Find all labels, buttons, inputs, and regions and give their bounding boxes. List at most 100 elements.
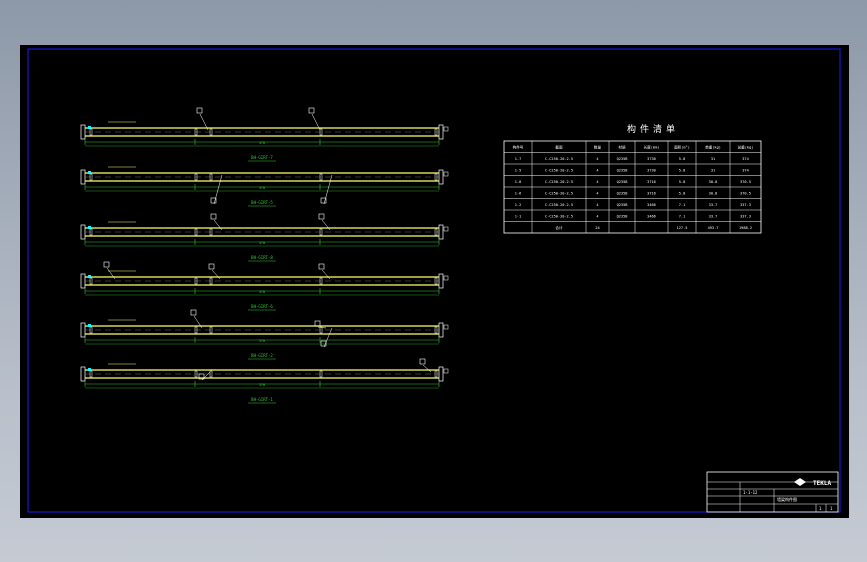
title-block: TEKLA 1-1-12 墙梁构件图 1 1 [706, 471, 839, 513]
schedule-cell: 370.5 [740, 180, 751, 184]
beam-span-dimension: 370 [259, 186, 265, 190]
schedule-cell: Q235B [617, 203, 628, 207]
schedule-cell: 1-6 [515, 191, 522, 195]
beam-elevation: 370 BH-GIRT-2 [80, 309, 449, 360]
part-tag [318, 213, 325, 220]
schedule-cell: C-C250-20-2.5 [545, 191, 573, 195]
drawing-name: 墙梁构件图 [777, 496, 797, 502]
cad-drawing: 370 BH-GIRT-7 370 BH-GIRT-5 370 BH-GIRT-8 370 B… [27, 48, 841, 513]
schedule-cell: Q235B [617, 180, 628, 184]
schedule-cell: 1-5 [515, 168, 522, 172]
schedule-cell: 3716 [647, 191, 656, 195]
schedule-cell: C-C250-20-2.5 [545, 180, 573, 184]
schedule-cell: 4 [596, 203, 598, 207]
schedule-cell: 3716 [647, 180, 656, 184]
schedule-cell: Q235B [617, 157, 628, 161]
schedule-cell: 5.8 [679, 180, 686, 184]
schedule-cell: Q235B [617, 168, 628, 172]
schedule-cell: C-C250-20-2.5 [545, 203, 573, 207]
schedule-cell: 4 [596, 157, 598, 161]
schedule-cell: 7.1 [679, 203, 686, 207]
beam-elevation: 370 BH-GIRT-6 [80, 261, 449, 311]
beam-label: BH-GIRT-7 [251, 155, 273, 160]
part-tag [314, 320, 321, 327]
member-schedule: 构件清单 构件号 截面 数量 材质 长度(mm) 面积(m²) 单重(kg) 总重(kg) 1-… [503, 123, 762, 234]
schedule-total-cell: 1988.2 [739, 226, 752, 230]
schedule-cell: 31 [711, 168, 715, 172]
beam-elevations: 370 BH-GIRT-7 370 BH-GIRT-5 370 BH-GIRT-8 370 B… [80, 107, 449, 404]
schedule-cell: 7.1 [679, 214, 686, 218]
schedule-cell: 3730 [647, 168, 656, 172]
beam-label: BH-GIRT-5 [251, 200, 273, 205]
beam-span-dimension: 370 [259, 141, 265, 145]
company-name: TEKLA [813, 480, 831, 487]
schedule-cell: 337.3 [740, 214, 751, 218]
project-number: 1-1-12 [743, 490, 758, 495]
part-tag [308, 107, 315, 114]
beam-elevation: 370 BH-GIRT-5 [80, 166, 449, 207]
part-tag [210, 213, 217, 220]
schedule-cell: C-C250-20-2.5 [545, 214, 573, 218]
beam-elevation: 370 BH-GIRT-1 [80, 358, 449, 404]
part-tag [103, 261, 110, 268]
schedule-title: 构件清单 [627, 123, 679, 135]
schedule-cell: 374 [742, 157, 749, 161]
schedule-cell: 337.3 [740, 203, 751, 207]
schedule-header-cell: 截面 [555, 144, 563, 149]
schedule-cell: 3466 [647, 214, 656, 218]
schedule-header-cell: 材质 [618, 144, 626, 149]
beam-label: BH-GIRT-8 [251, 255, 273, 260]
beam-elevation: 370 BH-GIRT-7 [80, 107, 449, 162]
schedule-header-cell: 面积(m²) [674, 144, 690, 149]
schedule-cell: 1-1 [515, 214, 522, 218]
beam-span-dimension: 370 [259, 339, 265, 343]
beam-span-dimension: 370 [259, 290, 265, 294]
sheet-total: 1 [830, 506, 833, 511]
schedule-cell: 3730 [647, 157, 656, 161]
schedule-cell: 374 [742, 168, 749, 172]
part-tag [196, 107, 203, 114]
schedule-total-cell: 合计 [555, 225, 563, 230]
schedule-cell: 31 [711, 157, 715, 161]
schedule-cell: 3466 [647, 203, 656, 207]
part-tag [208, 263, 215, 270]
beam-label: BH-GIRT-2 [251, 353, 273, 358]
schedule-total-cell: 493.7 [708, 226, 719, 230]
schedule-cell: 4 [596, 180, 598, 184]
schedule-cell: 1-2 [515, 203, 522, 207]
schedule-cell: 33.7 [709, 214, 718, 218]
schedule-total-cell: 127.5 [677, 226, 688, 230]
beam-span-dimension: 370 [259, 383, 265, 387]
schedule-cell: 5.8 [679, 157, 686, 161]
schedule-cell: Q235B [617, 214, 628, 218]
schedule-header-cell: 数量 [594, 144, 602, 149]
beam-label: BH-GIRT-6 [251, 304, 273, 309]
part-tag [318, 263, 325, 270]
schedule-cell: C-C250-20-2.5 [545, 157, 573, 161]
schedule-cell: 1-7 [515, 157, 522, 161]
sheet-number: 1 [819, 506, 822, 511]
tekla-logo-icon [794, 478, 806, 486]
schedule-cell: Q235B [617, 191, 628, 195]
schedule-cell: 370.5 [740, 191, 751, 195]
schedule-cell: C-C250-20-2.5 [545, 168, 573, 172]
schedule-total-cell: 24 [595, 226, 599, 230]
schedule-cell: 4 [596, 191, 598, 195]
schedule-header-cell: 总重(kg) [738, 144, 754, 149]
schedule-cell: 1-8 [515, 180, 522, 184]
schedule-cell: 33.7 [709, 203, 718, 207]
schedule-cell: 5.8 [679, 191, 686, 195]
schedule-header-cell: 构件号 [513, 144, 524, 149]
part-tag [190, 309, 197, 316]
beam-label: BH-GIRT-1 [251, 397, 273, 402]
sheet-frame [27, 48, 841, 513]
schedule-header-cell: 长度(mm) [644, 144, 660, 149]
drawing-sheet: 370 BH-GIRT-7 370 BH-GIRT-5 370 BH-GIRT-8 370 B… [20, 45, 849, 518]
beam-elevation: 370 BH-GIRT-8 [80, 213, 449, 262]
schedule-cell: 4 [596, 214, 598, 218]
schedule-cell: 30.8 [709, 180, 718, 184]
schedule-table: 构件号 截面 数量 材质 长度(mm) 面积(m²) 单重(kg) 总重(kg) 1-7 C-C2… [503, 140, 762, 234]
beam-span-dimension: 370 [259, 241, 265, 245]
part-tag [419, 358, 426, 365]
schedule-cell: 30.8 [709, 191, 718, 195]
